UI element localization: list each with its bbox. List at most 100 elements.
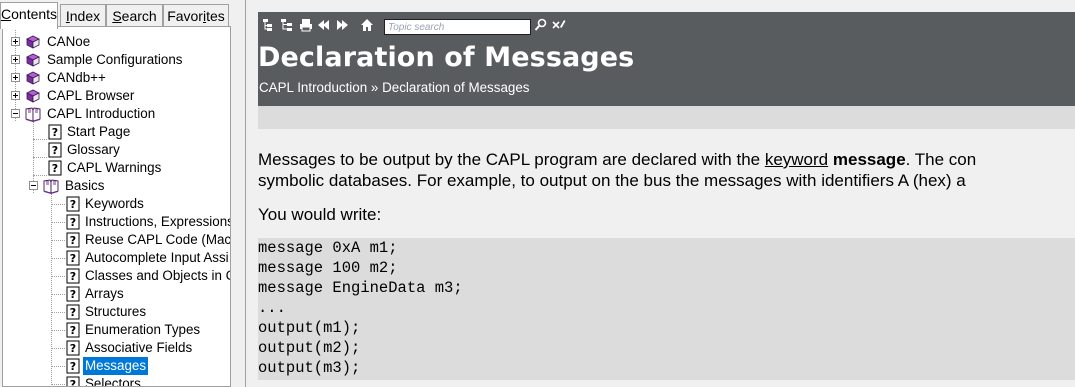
tree-item-associative-fields[interactable]: ? Associative Fields [3, 339, 230, 357]
tree-item-sample-configurations[interactable]: Sample Configurations [3, 51, 230, 69]
body-paragraph: You would write: [258, 205, 382, 224]
body-bold-text: message [832, 150, 906, 169]
tab-index[interactable]: Index [60, 4, 106, 27]
tree-expand-icon[interactable] [280, 18, 294, 32]
clear-highlights-icon[interactable] [552, 18, 566, 32]
tab-search-label: earch [121, 8, 157, 24]
svg-text:?: ? [70, 360, 76, 373]
tree-item-enumeration-types[interactable]: ? Enumeration Types [3, 321, 230, 339]
tree-item-label: Keywords [85, 196, 144, 211]
help-page-icon: ? [48, 142, 62, 158]
tab-contents[interactable]: Contents [0, 2, 58, 29]
closed-book-icon [26, 71, 40, 85]
navigation-pane: Contents Index Search Favorites CANoe Sa… [0, 0, 233, 387]
tree-item-label: Reuse CAPL Code (Mac [85, 232, 231, 247]
tree-item-label: Enumeration Types [85, 322, 201, 337]
code-line: output(m2); [258, 339, 361, 357]
tree-item-messages[interactable]: ? Messages [3, 357, 230, 375]
tree-item-basics[interactable]: Basics [3, 177, 230, 195]
tab-search[interactable]: Search [106, 4, 163, 27]
closed-book-icon [26, 89, 40, 103]
breadcrumb-current[interactable]: Declaration of Messages [382, 80, 529, 95]
collapse-icon[interactable] [29, 181, 38, 190]
svg-text:?: ? [70, 234, 76, 247]
tab-favorites[interactable]: Favorites [163, 4, 229, 27]
tree-item-candb[interactable]: CANdb++ [3, 69, 230, 87]
svg-text:?: ? [70, 252, 76, 265]
tree-item-label: Associative Fields [85, 340, 193, 355]
collapse-icon[interactable] [11, 109, 20, 118]
help-page-icon: ? [66, 304, 80, 320]
breadcrumb-separator: » [370, 80, 379, 95]
page-title: Declaration of Messages [258, 42, 635, 73]
svg-text:?: ? [52, 144, 58, 157]
tree-item-label: Sample Configurations [47, 52, 183, 67]
code-sample: message 0xA m1; message 100 m2; message En… [258, 238, 1075, 380]
tree-item-capl-introduction[interactable]: CAPL Introduction [3, 105, 230, 123]
tab-favorites-label: tes [206, 8, 225, 24]
breadcrumb-link[interactable]: CAPL Introduction [259, 80, 367, 95]
pane-splitter[interactable] [233, 0, 246, 387]
home-icon[interactable] [360, 18, 374, 32]
tree-item-capl-browser[interactable]: CAPL Browser [3, 87, 230, 105]
help-page-icon: ? [66, 250, 80, 266]
help-page-icon: ? [66, 286, 80, 302]
tree-item-label: Arrays [85, 286, 124, 301]
tree-item-label: Selectors [85, 376, 141, 387]
expand-icon[interactable] [11, 73, 20, 82]
tree-item-label: Messages [83, 357, 149, 375]
topic-search-input[interactable] [384, 19, 531, 35]
keyword-link[interactable]: keyword [765, 150, 828, 169]
tree-item-canoe[interactable]: CANoe [3, 33, 230, 51]
svg-text:?: ? [70, 216, 76, 229]
tree-item-glossary[interactable]: ? Glossary [3, 141, 230, 159]
tree-item-label: CAPL Introduction [47, 106, 156, 121]
expand-icon[interactable] [11, 91, 20, 100]
help-page-icon: ? [48, 124, 62, 140]
code-line: message 100 m2; [258, 259, 398, 277]
search-go-icon[interactable] [534, 18, 548, 32]
tree-item-classes-and-objects-in-c[interactable]: ? Classes and Objects in C [3, 267, 230, 285]
tree-item-start-page[interactable]: ? Start Page [3, 123, 230, 141]
tree-item-arrays[interactable]: ? Arrays [3, 285, 230, 303]
tree-item-keywords[interactable]: ? Keywords [3, 195, 230, 213]
tree-collapse-icon[interactable] [262, 18, 276, 32]
tree-item-selectors[interactable]: ? Selectors [3, 375, 230, 387]
back-icon[interactable] [317, 18, 331, 32]
print-icon[interactable] [299, 18, 313, 32]
expand-icon[interactable] [11, 37, 20, 46]
tree-item-reuse-capl-code-mac[interactable]: ? Reuse CAPL Code (Mac [3, 231, 231, 249]
svg-text:?: ? [52, 162, 58, 175]
svg-text:?: ? [70, 306, 76, 319]
code-line: ... [258, 299, 286, 317]
tree-item-capl-warnings[interactable]: ? CAPL Warnings [3, 159, 230, 177]
tree-item-instructions-expressions[interactable]: ? Instructions, Expressions [3, 213, 230, 231]
svg-text:?: ? [70, 270, 76, 283]
forward-icon[interactable] [335, 18, 349, 32]
tree-item-label: CAPL Warnings [67, 160, 162, 175]
tree-item-label: CAPL Browser [47, 88, 135, 103]
code-line: message 0xA m1; [258, 239, 398, 257]
tab-index-label: ndex [69, 8, 101, 24]
tab-contents-accel: C [1, 6, 12, 22]
closed-book-icon [26, 53, 40, 67]
tree-item-autocomplete-input-assi[interactable]: ? Autocomplete Input Assi [3, 249, 230, 267]
help-page-icon: ? [66, 214, 80, 230]
expand-icon[interactable] [11, 55, 20, 64]
closed-book-icon [26, 35, 40, 49]
svg-text:?: ? [70, 378, 76, 387]
svg-text:?: ? [70, 342, 76, 355]
help-page-icon: ? [66, 232, 80, 248]
code-line: message EngineData m3; [258, 279, 463, 297]
tab-search-accel: S [112, 8, 122, 24]
tree-item-label: CANoe [47, 34, 91, 49]
help-page-icon: ? [66, 196, 80, 212]
help-page-icon: ? [66, 358, 80, 374]
header-band [258, 106, 1075, 129]
tree-item-structures[interactable]: ? Structures [3, 303, 230, 321]
svg-text:?: ? [52, 126, 58, 139]
body-paragraph: symbolic databases. For example, to outp… [258, 171, 966, 190]
help-page-icon: ? [66, 376, 80, 387]
help-page-icon: ? [66, 268, 80, 284]
open-book-icon [25, 107, 41, 122]
